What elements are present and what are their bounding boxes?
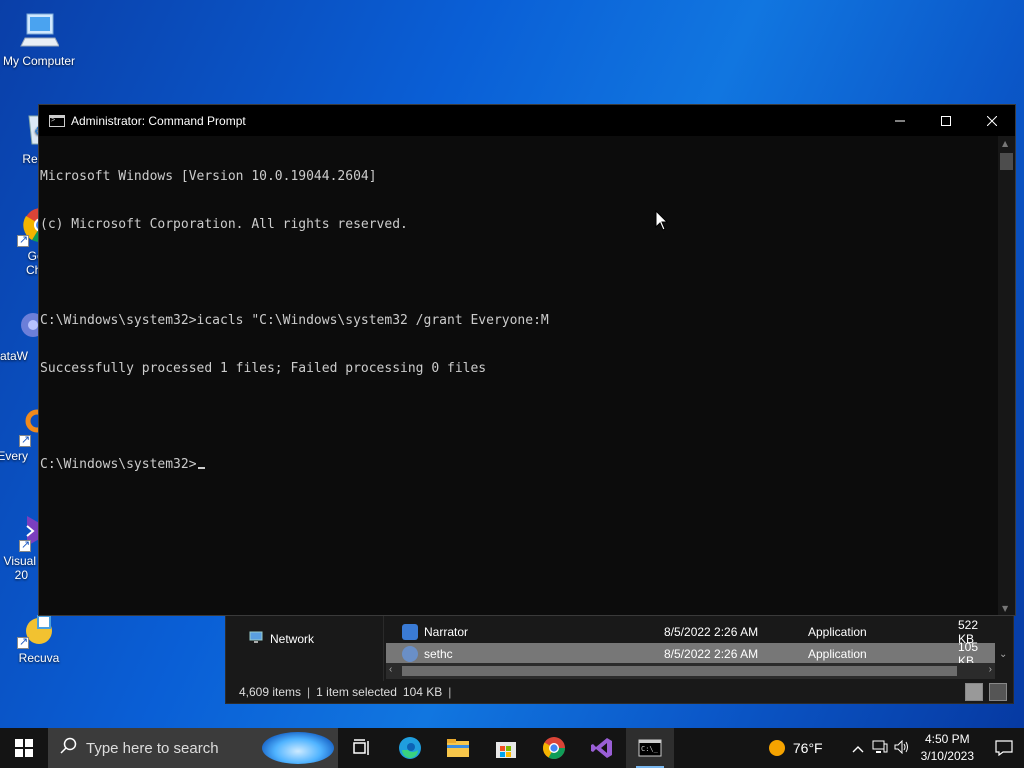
maximize-button[interactable] xyxy=(923,105,969,136)
close-button[interactable] xyxy=(969,105,1015,136)
view-buttons xyxy=(965,683,1007,701)
system-tray: 76°F 4:50 PM 3/10/2023 xyxy=(768,728,1024,768)
taskbar-file-explorer[interactable] xyxy=(434,728,482,768)
file-list-vertical-scrollbar[interactable]: ⌄ xyxy=(995,615,1013,663)
chrome-icon xyxy=(543,737,565,759)
mouse-pointer-icon xyxy=(655,209,669,236)
minimize-button[interactable] xyxy=(877,105,923,136)
window-controls xyxy=(877,105,1015,136)
details-view-icon[interactable] xyxy=(965,683,983,701)
clock[interactable]: 4:50 PM 3/10/2023 xyxy=(921,731,974,765)
desktop-icon-label: Recuva xyxy=(18,651,60,665)
scrollbar-thumb[interactable] xyxy=(402,666,957,676)
sun-icon xyxy=(768,740,785,756)
nav-item-label: Network xyxy=(270,631,315,646)
command-prompt-icon xyxy=(49,114,65,127)
item-count: 4,609 items xyxy=(239,685,302,699)
taskbar-edge[interactable] xyxy=(386,728,434,768)
selection-size: 104 KB xyxy=(402,685,443,699)
file-date: 8/5/2022 2:26 AM xyxy=(664,624,759,639)
shortcut-arrow-icon xyxy=(17,635,29,649)
windows-logo-icon xyxy=(15,739,33,757)
network-icon xyxy=(248,629,264,648)
search-placeholder: Type here to search xyxy=(86,739,219,757)
chevron-left-icon[interactable]: ‹ xyxy=(389,664,392,675)
shortcut-arrow-icon xyxy=(17,233,29,247)
console-scrollbar[interactable]: ▲ ▼ xyxy=(998,136,1015,615)
taskbar-store[interactable] xyxy=(482,728,530,768)
maximize-icon xyxy=(941,115,951,126)
weather-widget[interactable]: 76°F xyxy=(768,740,823,756)
svg-text:C:\_: C:\_ xyxy=(641,745,659,753)
selection-count: 1 item selected xyxy=(316,685,397,699)
console-output[interactable]: Microsoft Windows [Version 10.0.19044.26… xyxy=(39,136,998,615)
notification-icon xyxy=(995,740,1013,756)
visual-studio-icon xyxy=(591,738,612,758)
text-cursor xyxy=(197,467,205,469)
taskbar-command-prompt[interactable]: C:\_ xyxy=(626,728,674,768)
edge-icon xyxy=(399,737,421,759)
nav-item-network[interactable]: Network xyxy=(248,629,314,648)
console-line: Microsoft Windows [Version 10.0.19044.26… xyxy=(40,169,377,184)
scroll-down-icon[interactable]: ▼ xyxy=(1002,604,1008,613)
status-separator: | xyxy=(307,685,311,699)
store-icon xyxy=(496,742,516,758)
taskbar-chrome[interactable] xyxy=(530,728,578,768)
desktop-icon-my-computer[interactable]: My Computer xyxy=(0,10,78,68)
console-line: C:\Windows\system32>icacls "C:\Windows\s… xyxy=(40,313,549,328)
console-prompt-line[interactable]: C:\Windows\system32> xyxy=(40,457,998,473)
file-list-horizontal-scrollbar[interactable]: ‹ › xyxy=(386,663,995,679)
chevron-up-icon[interactable] xyxy=(847,741,869,756)
search-box[interactable]: Type here to search xyxy=(48,728,338,768)
file-name: Narrator xyxy=(424,624,469,639)
desktop-icon-label: My Computer xyxy=(2,54,76,68)
clock-time: 4:50 PM xyxy=(924,732,970,746)
command-prompt-window[interactable]: Administrator: Command Prompt Microsoft … xyxy=(38,104,1016,616)
file-type: Application xyxy=(808,646,867,661)
file-name: sethc xyxy=(424,646,453,661)
minimize-icon xyxy=(895,120,905,121)
window-title: Administrator: Command Prompt xyxy=(71,113,246,128)
console-line: Successfully processed 1 files; Failed p… xyxy=(40,361,487,376)
close-icon xyxy=(987,115,997,126)
chevron-down-icon[interactable]: ⌄ xyxy=(999,649,1007,660)
taskbar: Type here to search C:\_ 76°F 4:50 PM 3/… xyxy=(0,728,1024,768)
taskbar-visual-studio[interactable] xyxy=(578,728,626,768)
scrollbar-thumb[interactable] xyxy=(1000,153,1013,170)
sethc-icon xyxy=(402,645,418,662)
file-row-sethc[interactable]: sethc 8/5/2022 2:26 AM Application 105 K… xyxy=(386,640,995,668)
task-view-button[interactable] xyxy=(338,728,386,768)
command-prompt-icon: C:\_ xyxy=(638,739,662,757)
file-row-narrator[interactable]: Narrator 8/5/2022 2:26 AM Application 52… xyxy=(386,618,995,646)
title-bar[interactable]: Administrator: Command Prompt xyxy=(39,105,1015,136)
network-icon[interactable] xyxy=(869,740,891,757)
computer-icon xyxy=(19,10,60,50)
chevron-right-icon[interactable]: › xyxy=(989,664,992,675)
navigation-pane: Network xyxy=(226,615,384,681)
volume-icon[interactable] xyxy=(891,739,913,757)
narrator-icon xyxy=(402,623,418,640)
start-button[interactable] xyxy=(0,728,48,768)
weather-temperature: 76°F xyxy=(792,740,823,756)
shortcut-arrow-icon xyxy=(19,538,31,552)
status-bar: 4,609 items | 1 item selected 104 KB | xyxy=(226,681,1013,703)
file-explorer-window[interactable]: Network Narrator 8/5/2022 2:26 AM Applic… xyxy=(225,614,1014,704)
search-icon xyxy=(60,737,78,759)
status-separator: | xyxy=(448,685,452,699)
file-type: Application xyxy=(808,624,867,639)
clock-date: 3/10/2023 xyxy=(920,749,974,763)
shortcut-arrow-icon xyxy=(19,433,31,447)
scroll-up-icon[interactable]: ▲ xyxy=(1002,139,1008,148)
console-line: (c) Microsoft Corporation. All rights re… xyxy=(40,217,408,232)
console-prompt: C:\Windows\system32> xyxy=(40,457,197,472)
notification-button[interactable] xyxy=(984,740,1024,756)
file-date: 8/5/2022 2:26 AM xyxy=(664,646,759,661)
task-view-icon xyxy=(353,739,369,755)
search-highlight-icon xyxy=(262,732,334,764)
file-explorer-icon xyxy=(447,739,469,757)
large-icons-view-icon[interactable] xyxy=(989,683,1007,701)
